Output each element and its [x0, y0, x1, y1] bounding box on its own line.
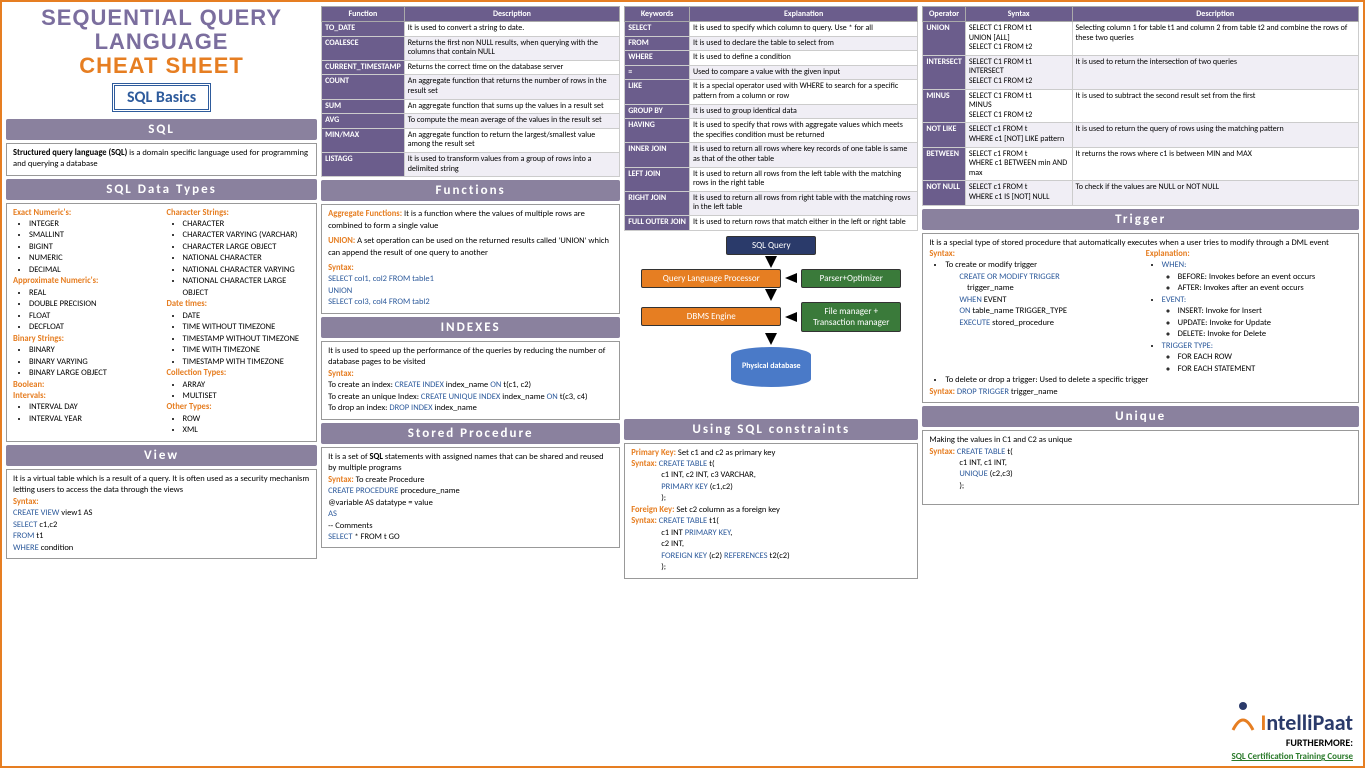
list-item: BIGINT — [29, 242, 157, 253]
table-row: TO_DATEIt is used to convert a string to… — [322, 22, 620, 37]
badge-sql-basics: SQL Basics — [112, 83, 211, 112]
list-item: MULTISET — [183, 391, 311, 402]
body-sproc: It is a set of SQL statements with assig… — [321, 447, 620, 549]
table-row: LIKEIt is a special operator used with W… — [625, 80, 918, 104]
logo-block: IntelliPaat FURTHERMORE: SQL Certificati… — [1228, 700, 1353, 762]
table-row: CURRENT_TIMESTAMPReturns the correct tim… — [322, 60, 620, 75]
list-item: TIME WITH TIMEZONE — [183, 345, 311, 356]
hdr-view: View — [6, 445, 317, 466]
list-item: ROW — [183, 414, 311, 425]
table-row: SELECTIt is used to specify which column… — [625, 22, 918, 37]
hdr-functions: Functions — [321, 180, 620, 201]
table-keywords: KeywordsExplanation SELECTIt is used to … — [624, 6, 918, 231]
list-item: BINARY LARGE OBJECT — [29, 368, 157, 379]
hdr-datatypes: SQL Data Types — [6, 179, 317, 200]
table-functions: FunctionDescription TO_DATEIt is used to… — [321, 6, 620, 177]
body-unique: Making the values in C1 and C2 as unique… — [922, 430, 1359, 505]
table-row: NOT LIKESELECT c1 FROM tWHERE c1 [NOT] L… — [923, 123, 1359, 147]
list-item: REAL — [29, 288, 157, 299]
list-item: CHARACTER — [183, 219, 311, 230]
list-item: INTERVAL DAY — [29, 402, 157, 413]
table-row: GROUP BYIt is used to group identical da… — [625, 104, 918, 119]
list-item: TIME WITHOUT TIMEZONE — [183, 322, 311, 333]
table-row: INNER JOINIt is used to return all rows … — [625, 143, 918, 167]
body-view: It is a virtual table which is a result … — [6, 469, 317, 559]
body-indexes: It is used to speed up the performance o… — [321, 341, 620, 420]
list-item: NATIONAL CHARACTER — [183, 253, 311, 264]
table-row: WHEREIt is used to define a condition — [625, 51, 918, 66]
table-row: SUMAn aggregate function that sums up th… — [322, 99, 620, 114]
table-row: UNIONSELECT C1 FROM t1UNION [ALL]SELECT … — [923, 22, 1359, 56]
list-item: BINARY VARYING — [29, 357, 157, 368]
list-item: INTEGER — [29, 219, 157, 230]
table-row: RIGHT JOINIt is used to return all rows … — [625, 191, 918, 215]
hdr-trigger: Trigger — [922, 209, 1359, 230]
list-item: SMALLINT — [29, 230, 157, 241]
body-datatypes: Exact Numeric's:INTEGERSMALLINTBIGINTNUM… — [6, 203, 317, 442]
logo-icon — [1228, 700, 1258, 736]
table-row: NOT NULLSELECT c1 FROM tWHERE c1 IS [NOT… — [923, 181, 1359, 205]
table-row: HAVINGIt is used to specify that rows wi… — [625, 119, 918, 143]
hdr-sproc: Stored Procedure — [321, 423, 620, 444]
hdr-indexes: INDEXES — [321, 317, 620, 338]
training-link[interactable]: SQL Certification Training Course — [1231, 751, 1353, 762]
list-item: DOUBLE PRECISION — [29, 299, 157, 310]
table-row: LISTAGGIt is used to transform values fr… — [322, 152, 620, 176]
list-item: NUMERIC — [29, 253, 157, 264]
body-trigger: It is a special type of stored procedure… — [922, 233, 1359, 404]
table-row: MIN/MAXAn aggregate function to return t… — [322, 128, 620, 152]
list-item: DATE — [183, 311, 311, 322]
list-item: CHARACTER VARYING (VARCHAR) — [183, 230, 311, 241]
hdr-sql: SQL — [6, 119, 317, 140]
list-item: NATIONAL CHARACTER LARGE OBJECT — [183, 276, 311, 299]
list-item: NATIONAL CHARACTER VARYING — [183, 265, 311, 276]
list-item: TIMESTAMP WITH TIMEZONE — [183, 357, 311, 368]
table-row: AVGTo compute the mean average of the va… — [322, 114, 620, 129]
table-row: COUNTAn aggregate function that returns … — [322, 75, 620, 99]
list-item: XML — [183, 425, 311, 436]
body-sql: Structured query language (SQL) Structur… — [6, 143, 317, 176]
table-row: FROMIt is used to declare the table to s… — [625, 36, 918, 51]
table-row: FULL OUTER JOINIt is used to return rows… — [625, 215, 918, 230]
table-row: INTERSECTSELECT C1 FROM t1INTERSECTSELEC… — [923, 55, 1359, 89]
table-row: LEFT JOINIt is used to return all rows f… — [625, 167, 918, 191]
table-row: =Used to compare a value with the given … — [625, 65, 918, 80]
sql-diagram: SQL Query Query Language Processor Parse… — [624, 236, 918, 416]
list-item: DECFLOAT — [29, 322, 157, 333]
list-item: INTERVAL YEAR — [29, 414, 157, 425]
table-row: BETWEENSELECT c1 FROM tWHERE c1 BETWEEN … — [923, 147, 1359, 181]
list-item: DECIMAL — [29, 265, 157, 276]
table-row: MINUSSELECT C1 FROM t1MINUSSELECT C1 FRO… — [923, 89, 1359, 123]
main-title: SEQUENTIAL QUERY LANGUAGE CHEAT SHEET SQ… — [6, 6, 317, 116]
hdr-unique: Unique — [922, 406, 1359, 427]
list-item: TIMESTAMP WITHOUT TIMEZONE — [183, 334, 311, 345]
hdr-constraints: Using SQL constraints — [624, 419, 918, 440]
list-item: ARRAY — [183, 380, 311, 391]
body-functions: Aggregate Functions: It is a function wh… — [321, 204, 620, 314]
table-row: COALESCEReturns the first non NULL resul… — [322, 36, 620, 60]
list-item: FLOAT — [29, 311, 157, 322]
body-constraints: Primary Key: Set c1 and c2 as primary ke… — [624, 443, 918, 579]
list-item: BINARY — [29, 345, 157, 356]
list-item: CHARACTER LARGE OBJECT — [183, 242, 311, 253]
table-operators: OperatorSyntaxDescription UNIONSELECT C1… — [922, 6, 1359, 206]
